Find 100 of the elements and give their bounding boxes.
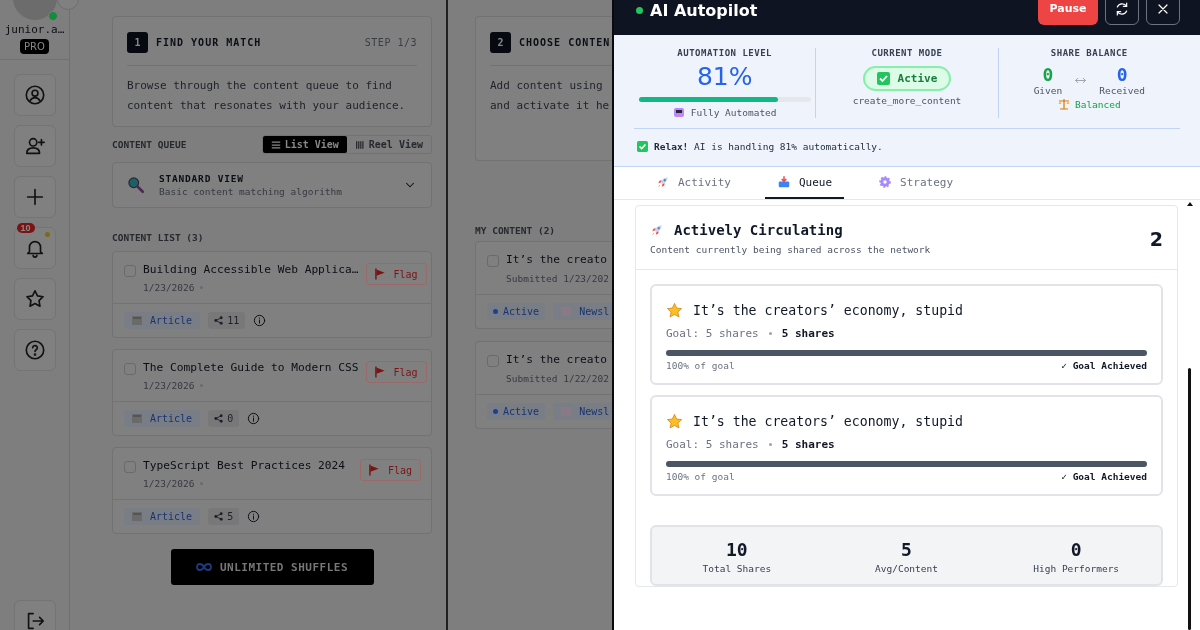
step-title: CHOOSE CONTEN xyxy=(519,37,611,48)
status-tag: Active xyxy=(487,303,546,320)
sidebar-button[interactable] xyxy=(13,278,56,320)
goal-text: Goal: 5 shares xyxy=(666,327,759,340)
balance-status: Balanced xyxy=(1074,98,1121,110)
mode-badge: Active xyxy=(862,66,952,91)
share-total: 5 shares xyxy=(781,327,835,340)
content-date: 1/23/2026 xyxy=(143,478,195,489)
tab[interactable]: Strategy xyxy=(866,167,966,199)
submitted-date: Submitted 1/22/202 xyxy=(506,373,610,384)
tab[interactable]: Queue xyxy=(765,167,845,199)
document-icon xyxy=(132,316,142,325)
rocket-icon xyxy=(650,223,664,237)
star-icon xyxy=(666,302,683,319)
content-title: Building Accessible Web Applica… xyxy=(143,263,359,276)
pause-button[interactable]: Pause xyxy=(1038,0,1098,25)
dropdown-subtitle: Basic content matching algorithm xyxy=(159,186,343,197)
close-button[interactable] xyxy=(1146,0,1180,25)
mode-dropdown[interactable]: STANDARD VIEW Basic content matching algorithm xyxy=(112,162,432,208)
goal-status: ✓ Goal Achieved xyxy=(1061,360,1147,371)
step-description: Add content using xyxy=(490,78,604,94)
share-count: 5 xyxy=(208,508,240,525)
content-date: 1/23/2026 xyxy=(143,282,195,293)
summary-label: High Performers xyxy=(1033,563,1120,574)
dropdown-title: STANDARD VIEW xyxy=(159,173,245,184)
help-icon xyxy=(23,339,46,361)
stat-label: CURRENT MODE xyxy=(871,48,943,58)
checkbox-icon xyxy=(637,141,648,152)
content-title: The Complete Guide to Modern CSS xyxy=(143,361,359,374)
summary-value: 10 xyxy=(726,539,748,560)
section-title: Actively Circulating xyxy=(674,222,843,238)
flag-button[interactable]: Flag xyxy=(365,361,427,383)
summary-label: Avg/Content xyxy=(875,563,938,574)
automation-caption: Fully Automated xyxy=(690,106,777,118)
notification-count: 10 xyxy=(16,223,35,233)
refresh-button[interactable] xyxy=(1105,0,1139,25)
step-title: FIND YOUR MATCH xyxy=(156,37,262,48)
share-count: 11 xyxy=(208,312,246,329)
step-number: 2 xyxy=(490,32,511,53)
summary-value: 0 xyxy=(1070,539,1082,560)
share-count: 0 xyxy=(208,410,240,427)
document-icon xyxy=(132,512,142,521)
flag-button[interactable]: Flag xyxy=(359,459,421,481)
content-title: It’s the creators’ economy, stupid xyxy=(693,414,963,429)
logout-button[interactable] xyxy=(13,600,56,630)
status-tag: Active xyxy=(487,403,546,420)
submitted-date: Submitted 1/23/202 xyxy=(506,273,610,284)
flag-button[interactable]: Flag xyxy=(365,263,427,285)
rocket-icon xyxy=(656,175,670,189)
content-title: TypeScript Best Practices 2024 xyxy=(143,459,346,472)
share-icon xyxy=(214,512,224,521)
info-icon xyxy=(253,314,267,327)
content-title: It’s the creato xyxy=(506,253,608,267)
panel-title: AI Autopilot xyxy=(650,1,758,20)
type-tag: Article xyxy=(124,508,201,525)
info-icon xyxy=(247,510,261,523)
mode-caption: create_more_content xyxy=(852,95,962,106)
goal-text: Goal: 5 shares xyxy=(666,438,759,451)
stat-label: AUTOMATION LEVEL xyxy=(677,48,772,58)
view-tab[interactable]: Reel View xyxy=(346,136,431,153)
user-icon xyxy=(23,84,46,106)
list-icon xyxy=(270,139,281,150)
add-user-icon xyxy=(23,135,46,157)
sidebar-button[interactable] xyxy=(13,176,56,218)
refresh-icon xyxy=(1114,0,1130,17)
view-tab[interactable]: List View xyxy=(262,136,347,153)
sidebar-button[interactable] xyxy=(13,74,56,116)
item-count: 2 xyxy=(1149,227,1163,250)
step-description: and activate it he xyxy=(490,98,611,114)
sidebar-button[interactable] xyxy=(13,329,56,371)
goal-status: ✓ Goal Achieved xyxy=(1061,471,1147,482)
username: junior.a… xyxy=(4,23,65,36)
plan-badge: PRO xyxy=(20,39,49,54)
content-title: It’s the creato xyxy=(506,353,608,367)
received-count: 0 xyxy=(1116,64,1128,85)
sidebar-button[interactable] xyxy=(13,125,56,167)
tab[interactable]: Activity xyxy=(644,167,743,199)
section-subtitle: Content currently being shared across the network xyxy=(650,244,931,255)
given-label: Given xyxy=(1033,85,1063,96)
progress-label: 100% of goal xyxy=(666,471,735,482)
step-counter: STEP 1/3 xyxy=(364,37,417,48)
section-label: MY CONTENT (2) xyxy=(475,225,557,236)
type-tag: Article xyxy=(124,410,201,427)
step-description: Browse through the content queue to find content that resonates with your audience. xyxy=(127,78,407,114)
flag-icon xyxy=(368,464,380,476)
share-icon xyxy=(214,316,224,325)
section-label: CONTENT QUEUE xyxy=(112,139,187,150)
magnifier-icon xyxy=(127,176,145,194)
type-tag: Article xyxy=(124,312,201,329)
gear-icon xyxy=(878,175,893,189)
inbox-tray-icon xyxy=(777,175,791,189)
content-date: 1/23/2026 xyxy=(143,380,195,391)
type-tag: Newsl xyxy=(553,303,612,320)
step-number: 1 xyxy=(127,32,148,53)
info-icon xyxy=(247,412,261,425)
flag-icon xyxy=(374,268,386,280)
infinity-icon xyxy=(195,562,212,572)
shuffle-button[interactable]: UNLIMITED SHUFFLES xyxy=(170,549,374,585)
scales-icon xyxy=(1057,98,1070,110)
section-label: CONTENT LIST (3) xyxy=(112,232,205,243)
